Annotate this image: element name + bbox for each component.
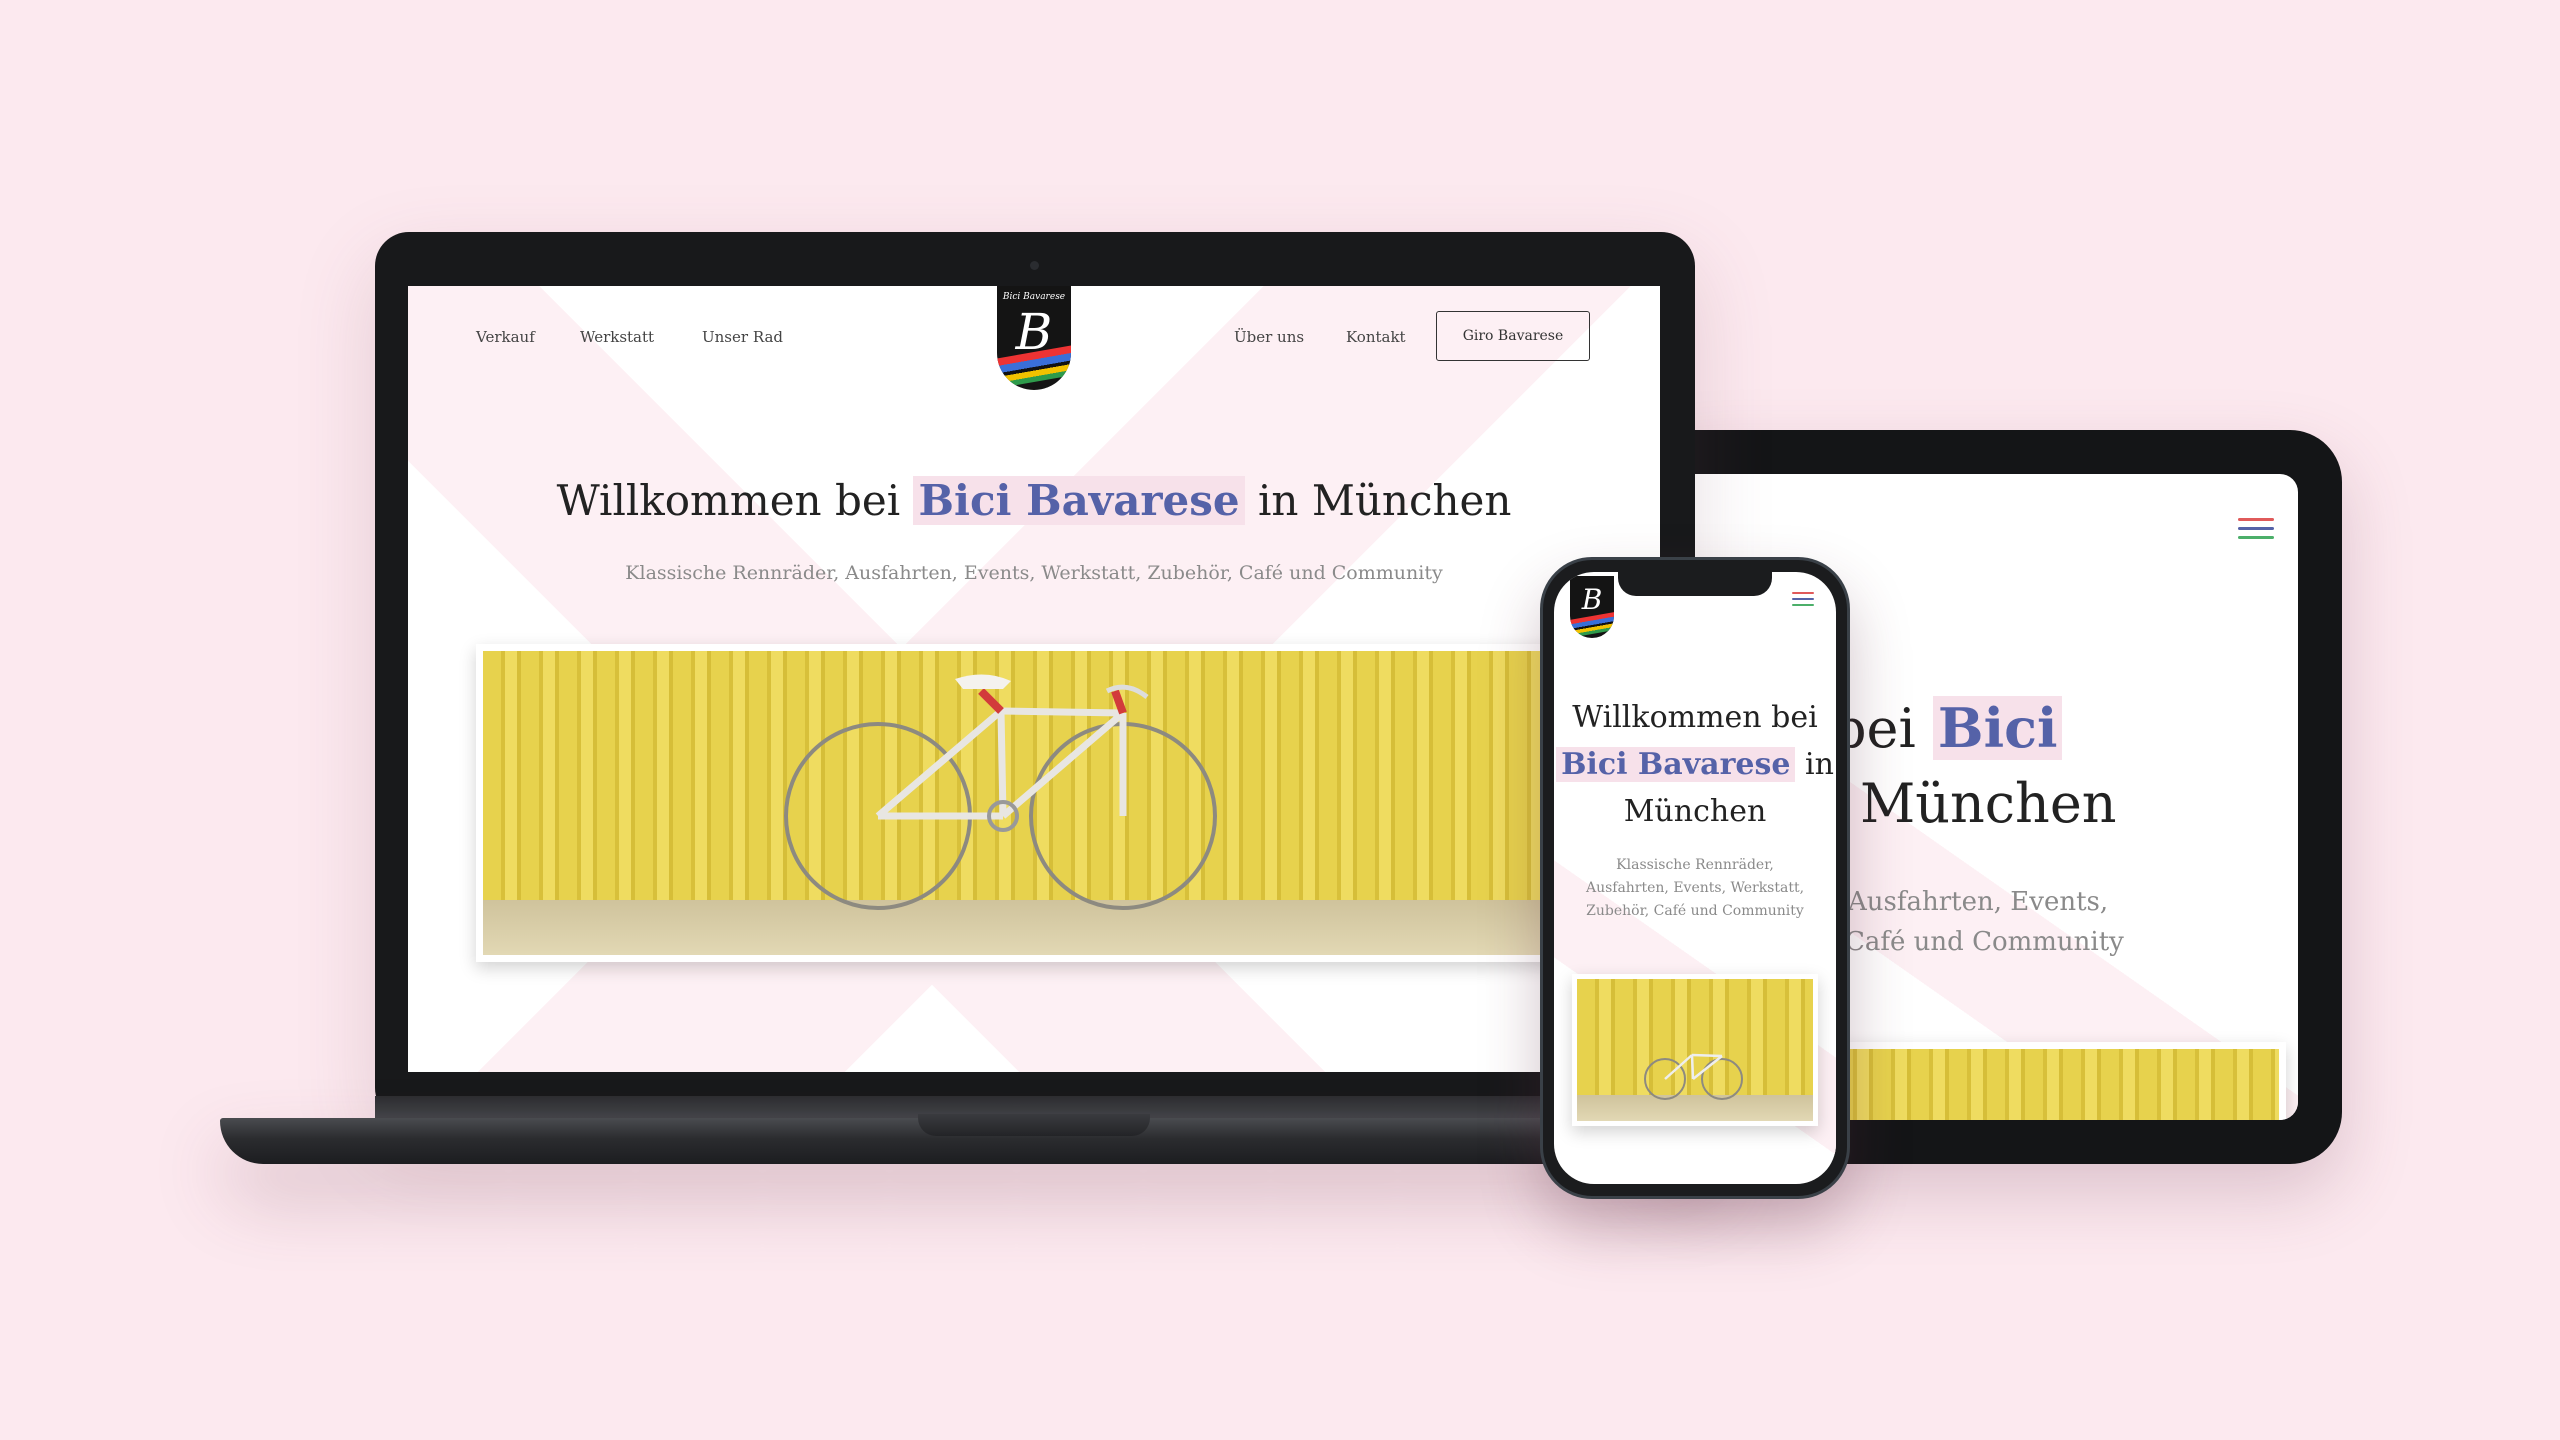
phone-screen: B Willkommen bei Bici Bavarese in Münche… [1554,572,1836,1184]
nav-kontakt[interactable]: Kontakt [1346,328,1406,346]
hero-image [476,644,1590,962]
nav-unser-rad[interactable]: Unser Rad [702,328,783,346]
page-title: Willkommen bei Bici Bavarese in München [556,476,1512,525]
giro-bavarese-button[interactable]: Giro Bavarese [1436,311,1590,361]
tablet-subtitle-line1: Ausfahrten, Events, [1848,887,2109,917]
camera-icon [1030,261,1039,270]
hamburger-menu-icon[interactable] [1792,592,1814,606]
hamburger-menu-icon[interactable] [2238,518,2274,539]
nav-werkstatt[interactable]: Werkstatt [580,328,654,346]
bicycle-icon [1644,1053,1743,1100]
bicycle-photo [483,651,1583,955]
phone-hero-image [1572,974,1818,1126]
phone-title: Willkommen bei Bici Bavarese in München [1554,694,1836,835]
page-subtitle: Klassische Rennräder, Ausfahrten, Events… [625,562,1443,584]
bici-bavarese-logo[interactable]: B [1570,576,1614,638]
tablet-subtitle-line2: Café und Community [1845,927,2124,957]
laptop-trackpad-notch [918,1114,1150,1136]
bici-bavarese-logo[interactable]: Bici Bavarese B [997,286,1071,390]
phone-title-highlight: Bici Bavarese [1556,747,1796,782]
laptop-screen: Verkauf Werkstatt Unser Rad Über uns Kon… [408,286,1660,1072]
tablet-hero-image [1790,1042,2286,1120]
bicycle-icon [784,674,1217,910]
title-highlight: Bici Bavarese [913,476,1245,525]
phone-subtitle: Klassische Rennräder, Ausfahrten, Events… [1585,857,1805,919]
tablet-title-highlight: Bici [1932,696,2063,760]
nav-verkauf[interactable]: Verkauf [476,328,535,346]
phone-notch [1618,572,1772,596]
tablet-title-line2: n München [1808,772,2117,835]
nav-ueber-uns[interactable]: Über uns [1234,328,1304,346]
